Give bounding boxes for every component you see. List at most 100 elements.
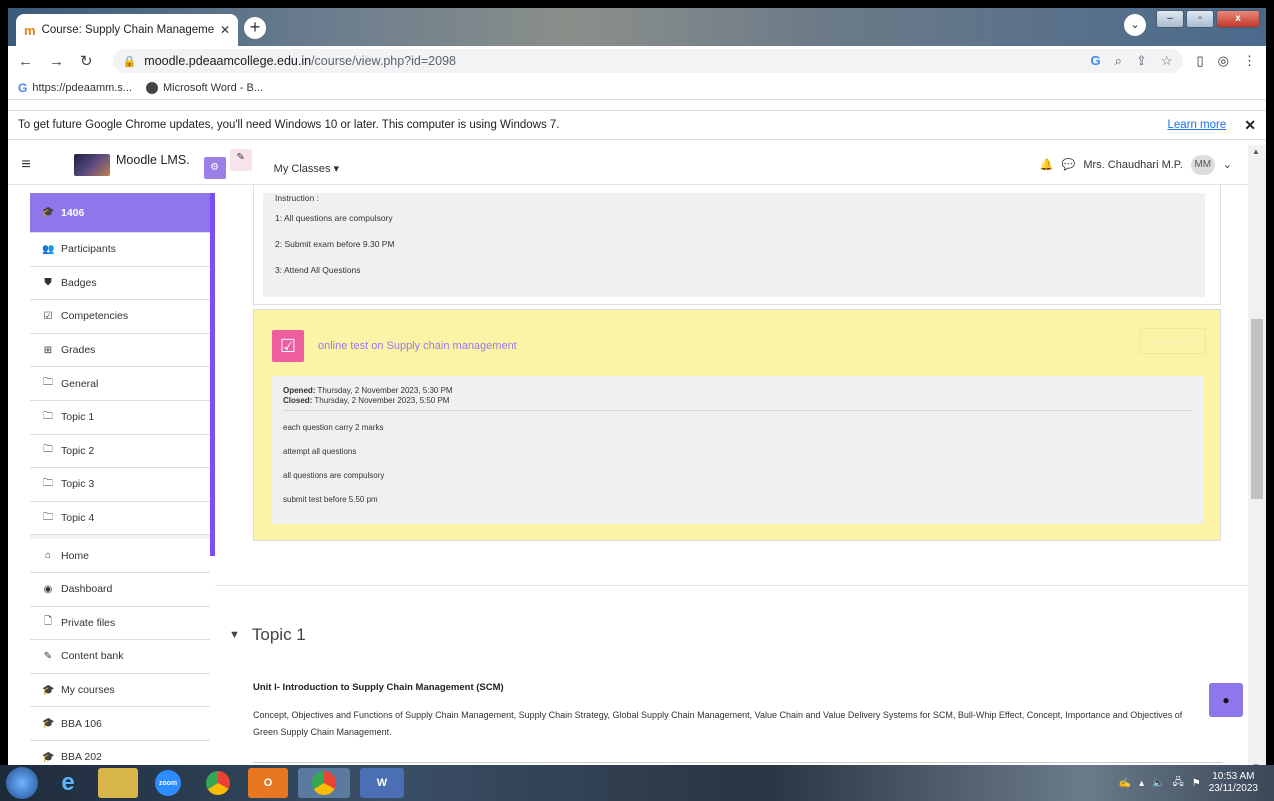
sidebar-item-label: Topic 2 — [61, 444, 95, 457]
cogs-icon[interactable]: ⚙ — [203, 156, 226, 179]
start-button[interactable] — [6, 767, 38, 799]
tab-search-icon[interactable]: ⌄ — [1124, 14, 1146, 36]
mark-as-done-button[interactable]: Mark as done — [1140, 328, 1206, 354]
sidebar-item-private-files[interactable]: 🗋 Private files — [30, 606, 210, 641]
sidebar-item-1406[interactable]: 🎓 1406 — [30, 193, 210, 233]
internet-explorer-icon[interactable]: e — [48, 768, 88, 798]
reload-icon[interactable]: ↻ — [80, 52, 93, 70]
closed-value: Thursday, 2 November 2023, 5:50 PM — [314, 396, 450, 405]
user-name[interactable]: Mrs. Chaudhari M.P. — [1083, 159, 1182, 171]
minimize-button[interactable]: – — [1156, 10, 1184, 28]
sidebar-item-general[interactable]: 🗀 General — [30, 367, 210, 401]
sidebar: 🎓 1406 👥 Participants ⛊ Badges ☑ Competencies ⊞ G… — [30, 193, 210, 773]
sidebar-item-topic-2[interactable]: 🗀 Topic 2 — [30, 434, 210, 469]
quiz-title-link[interactable]: online test on Supply chain management — [318, 340, 517, 352]
scroll-up-icon[interactable]: ▲ — [1252, 147, 1260, 156]
file-icon: 🗋 — [43, 616, 53, 628]
sidebar-item-label: Home — [61, 549, 90, 562]
site-logo[interactable] — [74, 153, 110, 176]
graduation-cap-icon: 🎓 — [42, 718, 55, 730]
table-icon: ⊞ — [43, 344, 53, 356]
show-hidden-icon[interactable]: ▴ — [1139, 778, 1144, 789]
quiz-icon[interactable]: ☑ — [272, 330, 304, 362]
learn-more-link[interactable]: Learn more — [1167, 119, 1226, 131]
chrome-profile-icon[interactable] — [298, 768, 350, 798]
new-tab-button[interactable]: + — [244, 17, 266, 39]
system-clock[interactable]: 10:53 AM 23/11/2023 — [1209, 771, 1258, 795]
sidebar-item-content-bank[interactable]: ✎ Content bank — [30, 640, 210, 674]
google-icon[interactable]: G — [1091, 53, 1101, 69]
sidebar-item-home[interactable]: ⌂ Home — [30, 539, 210, 573]
share-icon[interactable]: ⇪ — [1136, 53, 1147, 69]
menu-icon[interactable]: ⋮ — [1243, 53, 1256, 69]
tab-close-icon[interactable]: ✕ — [220, 23, 230, 37]
sidebar-item-topic-3[interactable]: 🗀 Topic 3 — [30, 468, 210, 502]
word-icon[interactable]: W — [360, 768, 404, 798]
forward-icon[interactable]: → — [49, 53, 64, 70]
sidebar-item-topic-4[interactable]: 🗀 Topic 4 — [30, 501, 210, 536]
side-panel-icon[interactable]: ▯ — [1197, 53, 1204, 69]
sidebar-item-bba-106[interactable]: 🎓 BBA 106 — [30, 707, 210, 741]
checkbox-icon: ☑ — [43, 310, 53, 322]
chevron-down-icon[interactable]: ⌄ — [1223, 158, 1232, 171]
google-icon: G — [18, 80, 28, 95]
sidebar-item-participants[interactable]: 👥 Participants — [30, 233, 210, 267]
chevron-down-icon[interactable]: ▼ — [229, 629, 240, 641]
bookmark-item[interactable]: Microsoft Word - B... — [146, 81, 264, 94]
sidebar-item-my-courses[interactable]: 🎓 My courses — [30, 673, 210, 708]
edit-icon[interactable]: ✎ — [229, 148, 252, 171]
quiz-note: all questions are compulsory — [283, 471, 385, 480]
clock-time: 10:53 AM — [1212, 771, 1255, 782]
sidebar-item-dashboard[interactable]: ◉ Dashboard — [30, 572, 210, 607]
bookmark-star-icon[interactable]: ☆ — [1161, 53, 1173, 69]
bookmark-label: Microsoft Word - B... — [163, 81, 264, 94]
scroll-thumb[interactable] — [1251, 319, 1263, 499]
site-brand[interactable]: Moodle LMS. — [116, 153, 190, 167]
sidebar-item-badges[interactable]: ⛊ Badges — [30, 266, 210, 301]
sidebar-item-competencies[interactable]: ☑ Competencies — [30, 300, 210, 334]
close-window-button[interactable]: x — [1216, 10, 1260, 28]
zoom-icon[interactable]: ⌕ — [1115, 53, 1122, 69]
avatar[interactable]: MM — [1190, 154, 1215, 175]
browser-tab[interactable]: m Course: Supply Chain Manageme ✕ — [16, 14, 238, 46]
chat-icon[interactable]: 💬 — [1062, 158, 1076, 171]
maximize-button[interactable]: ▫ — [1186, 10, 1214, 28]
folder-icon: 🗀 — [43, 444, 53, 456]
infobar-text: To get future Google Chrome updates, you… — [18, 119, 560, 131]
flag-icon[interactable]: ⚑ — [1192, 778, 1201, 789]
closed-label: Closed: — [283, 396, 313, 405]
sidebar-item-topic-1[interactable]: 🗀 Topic 1 — [30, 400, 210, 435]
bell-icon[interactable]: 🔔 — [1040, 158, 1054, 171]
infobar-close-icon[interactable]: ✕ — [1244, 117, 1256, 134]
zoom-icon[interactable]: zoom — [148, 768, 188, 798]
folder-icon: 🗀 — [43, 477, 53, 489]
action-center-icon[interactable]: ✍ — [1119, 778, 1131, 789]
profile-icon[interactable]: ◎ — [1218, 53, 1229, 69]
url-path: /course/view.php?id=2098 — [311, 54, 456, 68]
bookmark-item[interactable]: G https://pdeaamm.s... — [18, 81, 132, 95]
moodle-favicon-icon: m — [24, 22, 36, 38]
volume-icon[interactable]: 🔈 — [1152, 778, 1164, 789]
sidebar-item-label: Grades — [61, 344, 96, 357]
sidebar-item-grades[interactable]: ⊞ Grades — [30, 333, 210, 368]
lock-icon[interactable]: 🔒 — [123, 55, 137, 68]
scroll-to-top-button[interactable]: ● — [1209, 683, 1243, 717]
globe-icon — [146, 81, 158, 94]
page-scrollbar[interactable]: ▲ ▼ — [1248, 145, 1266, 773]
file-explorer-icon[interactable] — [98, 768, 138, 798]
back-icon[interactable]: ← — [18, 53, 33, 70]
chrome-icon[interactable] — [198, 768, 238, 798]
network-icon[interactable]: 🖧 — [1173, 775, 1184, 792]
hamburger-icon[interactable]: ≡ — [8, 156, 44, 174]
instruction-line: 3: Attend All Questions — [275, 265, 361, 275]
sidebar-item-label: Private files — [61, 616, 116, 629]
graduation-cap-icon: 🎓 — [42, 684, 55, 696]
brush-icon: ✎ — [43, 650, 53, 662]
outlook-icon[interactable]: O — [248, 768, 288, 798]
folder-icon: 🗀 — [43, 377, 53, 389]
url-field[interactable]: 🔒 moodle.pdeaamcollege.edu.in/course/vie… — [112, 49, 1183, 73]
my-classes-menu[interactable]: My Classes ▾ — [274, 162, 339, 175]
moodle-navbar: ≡ Moodle LMS. ⚙ ✎ My Classes ▾ 🔔 💬 Mrs. … — [8, 145, 1248, 185]
topic-section-header[interactable]: ▼ Topic 1 — [229, 625, 306, 645]
sidebar-item-label: Content bank — [61, 650, 124, 663]
